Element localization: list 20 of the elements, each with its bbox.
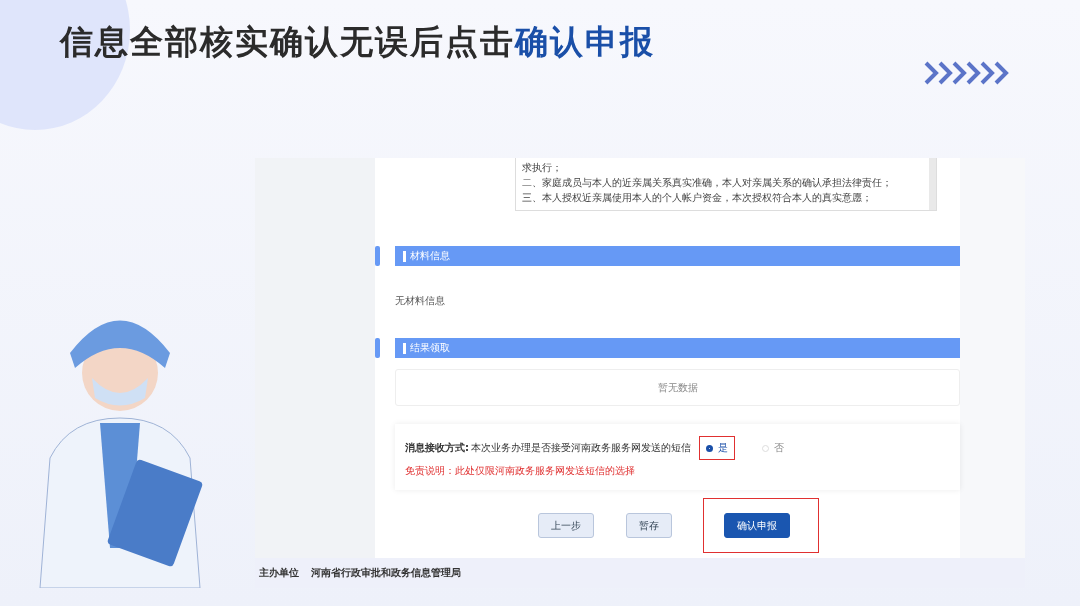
disclaimer-note: 免责说明：此处仅限河南政务服务网发送短信的选择 bbox=[405, 464, 636, 478]
section-marker bbox=[375, 246, 380, 266]
secondary-button[interactable]: 暂存 bbox=[625, 513, 672, 538]
section-marker bbox=[375, 338, 380, 358]
title-bar bbox=[403, 342, 406, 354]
title-bar bbox=[403, 250, 406, 262]
footer-label: 主办单位 bbox=[259, 566, 299, 580]
section-title: 结果领取 bbox=[410, 341, 450, 355]
no-materials-text: 无材料信息 bbox=[395, 294, 446, 308]
message-question: 消息接收方式: 本次业务办理是否接受河南政务服务网发送的短信 bbox=[405, 441, 691, 455]
slide-title: 信息全部核实确认无误后点击确认申报 bbox=[60, 21, 655, 63]
radio-option[interactable]: 是 bbox=[699, 436, 735, 460]
section-title: 材料信息 bbox=[410, 249, 450, 263]
scrollbar[interactable] bbox=[929, 158, 936, 210]
secondary-button[interactable]: 上一步 bbox=[537, 513, 594, 538]
confirm-button[interactable]: 确认申报 bbox=[723, 513, 790, 538]
radio-option[interactable]: 否 bbox=[755, 436, 791, 460]
empty-table: 暂无数据 bbox=[395, 369, 960, 406]
agreement-textarea[interactable]: 求执行； 二、家庭成员与本人的近亲属关系真实准确，本人对亲属关系的确认承担法律责任； 三、本人授权近亲属使用本人的个人帐户资金，本次授权符合本人的真实意愿； bbox=[515, 158, 937, 211]
footer-organizer: 河南省行政审批和政务信息管理局 bbox=[311, 566, 461, 580]
